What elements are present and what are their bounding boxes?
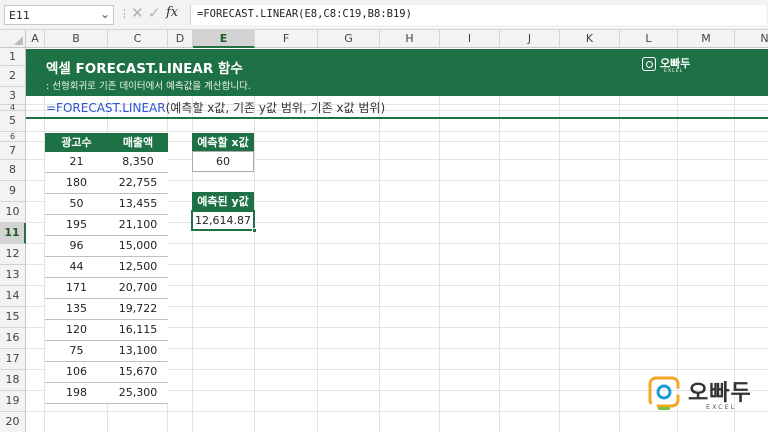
sales-cell[interactable]: 21,100	[108, 215, 168, 236]
insert-function-icon[interactable]: fx	[166, 5, 178, 20]
select-all-button[interactable]	[0, 30, 26, 48]
row-header-16[interactable]: 16	[0, 328, 26, 349]
sales-cell[interactable]: 16,115	[108, 320, 168, 341]
row-header-2[interactable]: 2	[0, 66, 26, 87]
ad-count-cell[interactable]: 171	[45, 278, 108, 299]
input-x-label: 예측할 x값	[192, 133, 254, 152]
row-header-18[interactable]: 18	[0, 370, 26, 391]
sales-cell[interactable]: 20,700	[108, 278, 168, 299]
cancel-icon[interactable]: ✕	[131, 4, 144, 22]
title-banner: 엑셀 FORECAST.LINEAR 함수 : 선형회귀로 기존 데이터에서 예…	[26, 49, 768, 96]
result-y-label: 예측된 y값	[192, 192, 254, 211]
grid-vline	[559, 48, 560, 432]
column-header-b[interactable]: B	[45, 30, 108, 48]
formula-text: =FORECAST.LINEAR(E8,C8:C19,B8:B19)	[197, 8, 412, 20]
syntax-function: =FORECAST.LINEAR	[46, 101, 166, 115]
row-header-20[interactable]: 20	[0, 412, 26, 432]
brand-logo-icon	[642, 57, 656, 71]
row-header-1[interactable]: 1	[0, 48, 26, 66]
row-header-8[interactable]: 8	[0, 160, 26, 181]
column-header-f[interactable]: F	[255, 30, 318, 48]
sales-cell[interactable]: 15,670	[108, 362, 168, 383]
ad-count-cell[interactable]: 75	[45, 341, 108, 362]
banner-title: 엑셀 FORECAST.LINEAR 함수	[46, 61, 243, 77]
column-header-j[interactable]: J	[500, 30, 560, 48]
column-header-c[interactable]: C	[108, 30, 168, 48]
row-header-19[interactable]: 19	[0, 391, 26, 412]
ad-count-cell[interactable]: 180	[45, 173, 108, 194]
row-header-11[interactable]: 11	[0, 223, 26, 244]
name-box-value: E11	[9, 9, 30, 22]
banner-logo-sub: EXCEL	[664, 69, 684, 74]
result-y-value: 12,614.87	[195, 214, 251, 227]
select-all-icon	[14, 36, 23, 45]
column-header-i[interactable]: I	[440, 30, 500, 48]
header-sales[interactable]: 매출액	[108, 133, 168, 152]
column-header-g[interactable]: G	[318, 30, 380, 48]
column-header-m[interactable]: M	[678, 30, 735, 48]
grid-vline	[499, 48, 500, 432]
row-header-12[interactable]: 12	[0, 244, 26, 265]
sales-cell[interactable]: 19,722	[108, 299, 168, 320]
syntax-line: =FORECAST.LINEAR(예측할 x값, 기존 y값 범위, 기존 x값…	[46, 99, 385, 116]
ad-count-cell[interactable]: 106	[45, 362, 108, 383]
chevron-down-icon[interactable]: ⌄	[100, 7, 110, 21]
sales-cell[interactable]: 22,755	[108, 173, 168, 194]
fill-handle[interactable]	[252, 228, 257, 233]
formula-bar: E11 ⌄ ⋮ ✕ ✓ fx =FORECAST.LINEAR(E8,C8:C1…	[0, 0, 768, 30]
ad-count-cell[interactable]: 135	[45, 299, 108, 320]
sales-cell[interactable]: 13,100	[108, 341, 168, 362]
enter-icon[interactable]: ✓	[148, 4, 161, 22]
brand-logo: 오빠두 EXCEL	[648, 374, 760, 418]
column-header-l[interactable]: L	[620, 30, 678, 48]
ad-count-cell[interactable]: 195	[45, 215, 108, 236]
ad-count-cell[interactable]: 21	[45, 152, 108, 173]
grid-vline	[619, 48, 620, 432]
input-x-value[interactable]: 60	[192, 151, 254, 172]
column-header-k[interactable]: K	[560, 30, 620, 48]
ad-count-cell[interactable]: 44	[45, 257, 108, 278]
sales-cell[interactable]: 25,300	[108, 383, 168, 404]
syntax-underline	[26, 117, 768, 119]
sales-cell[interactable]: 13,455	[108, 194, 168, 215]
banner-subtitle: : 선형회귀로 기존 데이터에서 예측값을 계산합니다.	[46, 81, 251, 92]
column-header-n[interactable]: N	[735, 30, 768, 48]
header-ad-count[interactable]: 광고수	[45, 133, 108, 152]
sales-cell[interactable]: 12,500	[108, 257, 168, 278]
row-header-10[interactable]: 10	[0, 202, 26, 223]
row-header-5[interactable]: 5	[0, 111, 26, 132]
brand-logo-icon	[648, 376, 680, 410]
column-header-h[interactable]: H	[380, 30, 440, 48]
formula-input[interactable]: =FORECAST.LINEAR(E8,C8:C19,B8:B19)	[190, 5, 766, 25]
row-header-9[interactable]: 9	[0, 181, 26, 202]
column-header-d[interactable]: D	[168, 30, 193, 48]
ad-count-cell[interactable]: 96	[45, 236, 108, 257]
row-header-13[interactable]: 13	[0, 265, 26, 286]
row-header-15[interactable]: 15	[0, 307, 26, 328]
row-header-14[interactable]: 14	[0, 286, 26, 307]
logo-sub: EXCEL	[706, 403, 737, 411]
ad-count-cell[interactable]: 198	[45, 383, 108, 404]
column-header-e[interactable]: E	[193, 30, 255, 48]
active-cell-e11[interactable]: 12,614.87	[191, 210, 255, 231]
ad-count-cell[interactable]: 120	[45, 320, 108, 341]
syntax-args: (예측할 x값, 기존 y값 범위, 기존 x값 범위)	[165, 101, 386, 115]
row-header-6[interactable]: 6	[0, 132, 26, 142]
grid-vline	[439, 48, 440, 432]
sales-cell[interactable]: 8,350	[108, 152, 168, 173]
sales-cell[interactable]: 15,000	[108, 236, 168, 257]
grid-hline	[26, 131, 768, 132]
drag-handle-icon[interactable]: ⋮	[119, 7, 130, 20]
name-box[interactable]: E11 ⌄	[4, 5, 114, 25]
ad-count-cell[interactable]: 50	[45, 194, 108, 215]
column-header-a[interactable]: A	[26, 30, 45, 48]
row-header-17[interactable]: 17	[0, 349, 26, 370]
row-header-7[interactable]: 7	[0, 142, 26, 160]
